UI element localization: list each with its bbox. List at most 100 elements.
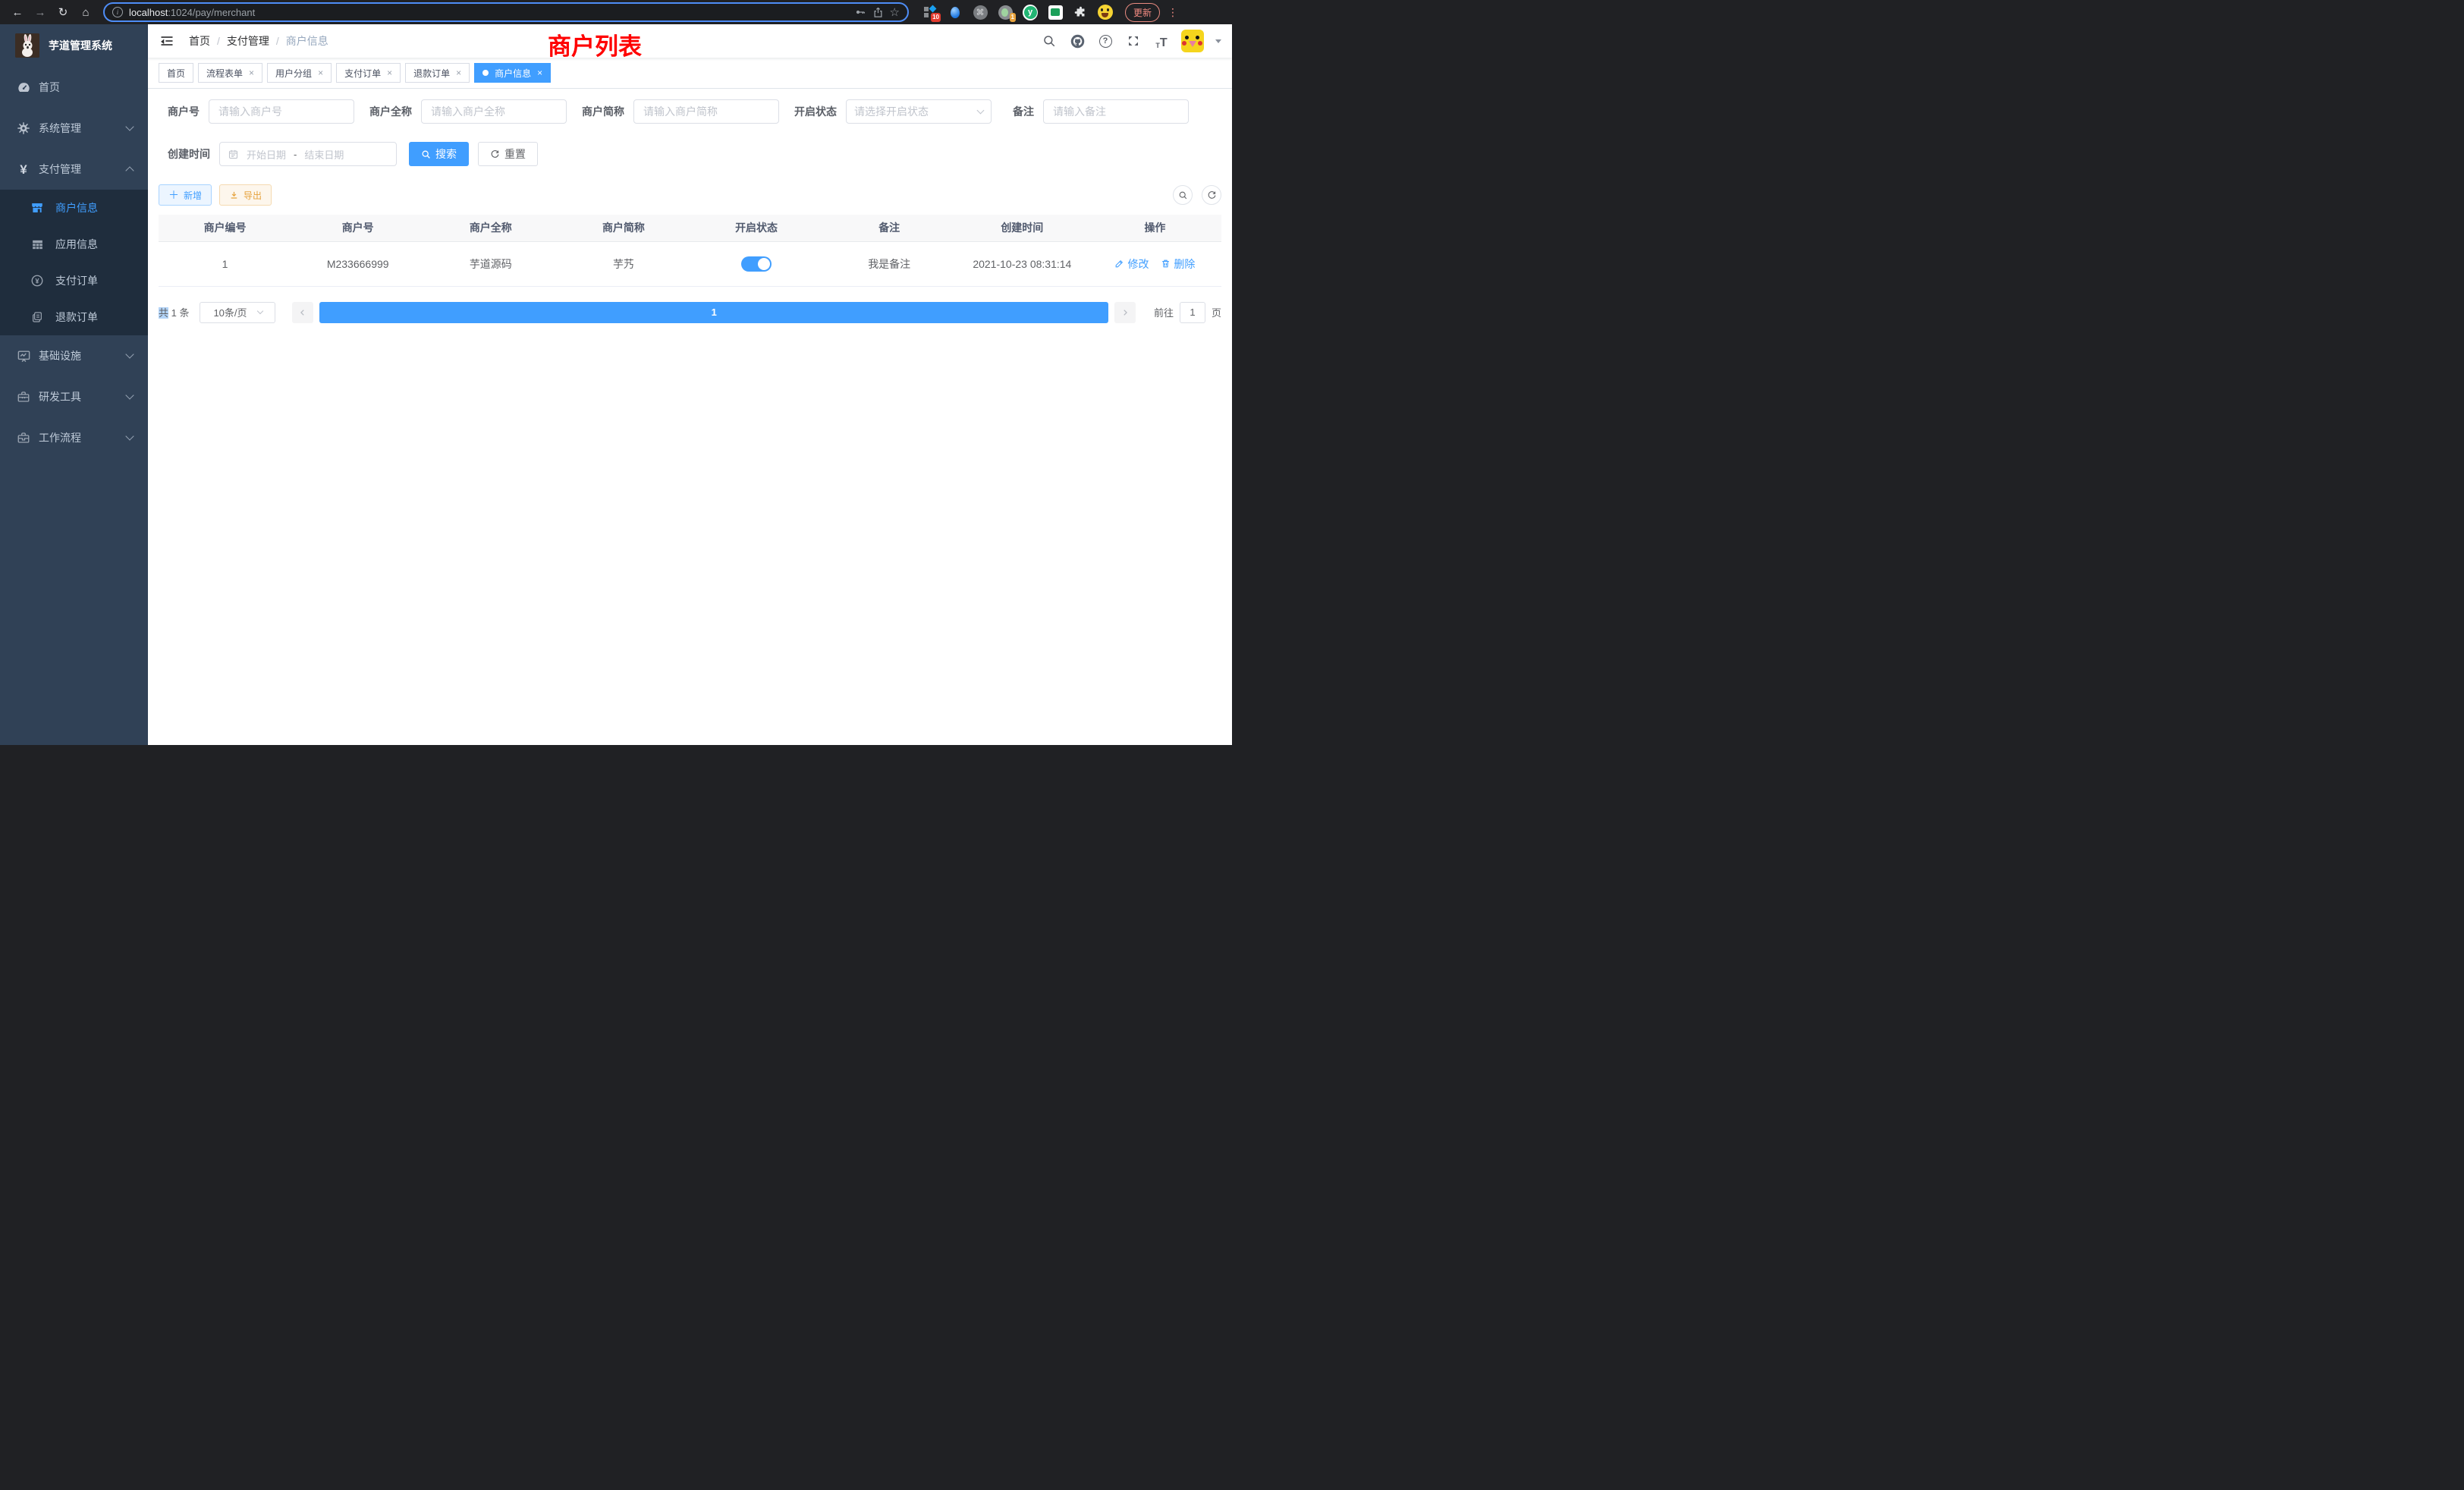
yen-icon: ¥ <box>15 163 32 176</box>
app-title: 芋道管理系统 <box>49 38 112 53</box>
tab-home[interactable]: 首页 <box>159 63 193 83</box>
filter-row-2: 创建时间 开始日期 - 结束日期 <box>159 142 1221 166</box>
help-icon[interactable]: ? <box>1097 33 1114 49</box>
browser-home-button[interactable]: ⌂ <box>76 2 96 22</box>
font-size-icon[interactable]: TT <box>1153 33 1170 49</box>
sidebar-item-workflow[interactable]: 工作流程 <box>0 417 148 458</box>
extension-grid-icon[interactable]: 10 <box>922 5 938 20</box>
close-icon[interactable]: × <box>249 68 254 78</box>
password-key-icon[interactable] <box>854 6 866 18</box>
app-logo-row[interactable]: 芋道管理系统 <box>0 24 148 67</box>
storefront-icon <box>29 201 46 215</box>
tab-refund-order[interactable]: 退款订单 × <box>405 63 470 83</box>
cell-status <box>690 241 823 286</box>
user-avatar[interactable] <box>1181 30 1204 52</box>
full-name-input[interactable] <box>421 99 567 124</box>
date-end-placeholder: 结束日期 <box>304 147 344 162</box>
create-time-label: 创建时间 <box>159 146 219 162</box>
page-size-select[interactable]: 10条/页 <box>200 302 275 323</box>
sidebar-collapse-icon[interactable] <box>159 33 175 49</box>
short-name-label: 商户简称 <box>573 104 633 119</box>
breadcrumb-payment[interactable]: 支付管理 <box>227 33 269 49</box>
search-icon[interactable] <box>1041 33 1058 49</box>
site-info-icon[interactable]: i <box>112 7 123 17</box>
bookmark-star-icon[interactable]: ☆ <box>890 5 900 19</box>
address-bar[interactable]: i localhost:1024/pay/merchant ☆ <box>103 2 909 22</box>
close-icon[interactable]: × <box>318 68 323 78</box>
remark-input[interactable] <box>1043 99 1189 124</box>
pagination-total: 共 1 条 <box>159 305 189 319</box>
status-select[interactable]: 请选择开启状态 <box>846 99 992 124</box>
tab-user-group[interactable]: 用户分组 × <box>267 63 332 83</box>
close-icon[interactable]: × <box>387 68 392 78</box>
reset-button[interactable]: 重置 <box>478 142 538 166</box>
sidebar-item-home[interactable]: 首页 <box>0 67 148 108</box>
table-toolbar: ＋ 新增 导出 <box>159 184 1221 206</box>
sidebar-item-dev-tools[interactable]: 研发工具 <box>0 376 148 417</box>
close-icon[interactable]: × <box>537 68 542 78</box>
extension-chat-icon[interactable] <box>1048 5 1063 20</box>
browser-update-button[interactable]: 更新 <box>1125 3 1160 22</box>
col-actions: 操作 <box>1089 215 1221 241</box>
status-toggle[interactable] <box>741 256 772 272</box>
browser-menu-icon[interactable]: ⋮ <box>1168 6 1178 19</box>
prev-page-button[interactable] <box>292 302 313 323</box>
sidebar-item-refund-order[interactable]: 退款订单 <box>0 299 148 335</box>
extension-y-icon[interactable]: y <box>1023 5 1038 20</box>
refresh-table-button[interactable] <box>1202 185 1221 205</box>
breadcrumb-home[interactable]: 首页 <box>189 33 210 49</box>
share-icon[interactable] <box>872 7 884 18</box>
browser-back-button[interactable]: ← <box>8 2 27 22</box>
toggle-search-button[interactable] <box>1173 185 1193 205</box>
avatar-caret-icon[interactable] <box>1215 39 1221 46</box>
sidebar-item-merchant-info[interactable]: 商户信息 <box>0 190 148 226</box>
selected-text: 共 <box>159 307 168 319</box>
extension-drop-icon[interactable] <box>948 5 963 20</box>
sidebar-item-label: 系统管理 <box>39 121 81 136</box>
add-button[interactable]: ＋ 新增 <box>159 184 212 206</box>
tab-pay-order[interactable]: 支付订单 × <box>336 63 401 83</box>
goto-page-input[interactable] <box>1180 302 1205 323</box>
create-time-range-picker[interactable]: 开始日期 - 结束日期 <box>219 142 397 166</box>
remark-label: 备注 <box>1004 104 1043 119</box>
merchant-no-input[interactable] <box>209 99 354 124</box>
sidebar-item-label: 支付订单 <box>55 273 98 288</box>
chevron-down-icon <box>125 391 134 399</box>
github-icon[interactable] <box>1069 33 1086 49</box>
col-short-name: 商户简称 <box>557 215 690 241</box>
next-page-button[interactable] <box>1114 302 1136 323</box>
sidebar-item-system[interactable]: 系统管理 <box>0 108 148 149</box>
sidebar-item-app-info[interactable]: 应用信息 <box>0 226 148 262</box>
breadcrumb-separator: / <box>276 35 279 47</box>
yen-circle-icon: ¥ <box>29 274 46 288</box>
filter-row-1: 商户号 商户全称 商户简称 开启状态 请选择开启状态 <box>159 99 1221 124</box>
col-status: 开启状态 <box>690 215 823 241</box>
cell-merchant-no: M233666999 <box>291 241 424 286</box>
search-button[interactable]: 搜索 <box>409 142 469 166</box>
cell-full-name: 芋道源码 <box>424 241 557 286</box>
browser-forward-button[interactable]: → <box>30 2 50 22</box>
close-icon[interactable]: × <box>456 68 461 78</box>
sidebar-item-label: 基础设施 <box>39 348 81 363</box>
short-name-input[interactable] <box>633 99 779 124</box>
extension-camera-icon[interactable]: 1 <box>998 5 1013 20</box>
merchant-table: 商户编号 商户号 商户全称 商户简称 开启状态 备注 创建时间 操作 1 M23… <box>159 215 1221 287</box>
browser-reload-button[interactable]: ↻ <box>53 2 73 22</box>
sidebar-item-pay-order[interactable]: ¥ 支付订单 <box>0 262 148 299</box>
fullscreen-icon[interactable] <box>1125 33 1142 49</box>
tab-process-form[interactable]: 流程表单 × <box>198 63 262 83</box>
extension-emoji-icon[interactable] <box>1098 5 1113 20</box>
delete-link[interactable]: 删除 <box>1161 256 1195 272</box>
export-button[interactable]: 导出 <box>219 184 272 206</box>
page-size-value: 10条/页 <box>213 305 247 319</box>
merchant-page: 商户号 商户全称 商户简称 开启状态 请选择开启状态 <box>148 89 1232 745</box>
extension-puzzle-icon[interactable] <box>1073 5 1088 20</box>
edit-link[interactable]: 修改 <box>1114 256 1149 272</box>
sidebar-item-payment[interactable]: ¥ 支付管理 <box>0 149 148 190</box>
tab-merchant-info[interactable]: 商户信息 × <box>474 63 551 83</box>
page-number-button[interactable]: 1 <box>319 302 1108 323</box>
sidebar-item-infrastructure[interactable]: 基础设施 <box>0 335 148 376</box>
extension-command-icon[interactable]: ⌘ <box>973 5 988 20</box>
refresh-icon <box>490 149 500 159</box>
breadcrumb-separator: / <box>217 35 220 47</box>
